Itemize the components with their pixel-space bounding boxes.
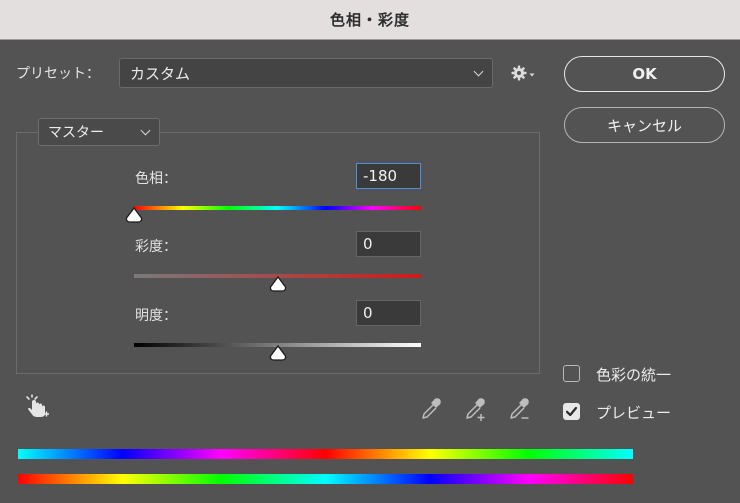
- lightness-label: 明度：: [135, 308, 177, 324]
- chevron-down-icon: [140, 125, 151, 136]
- preset-value: カスタム: [130, 64, 191, 83]
- chevron-down-icon: [473, 66, 484, 77]
- hue-slider-thumb[interactable]: [125, 207, 143, 223]
- hue-slider-track[interactable]: [134, 206, 421, 210]
- saturation-label: 彩度：: [135, 239, 177, 255]
- targeted-adjustment-hand-icon[interactable]: [25, 394, 51, 420]
- preview-label: プレビュー: [596, 404, 672, 422]
- eyedropper-plus-icon[interactable]: [463, 396, 489, 422]
- title-bar: 色相・彩度: [0, 0, 740, 40]
- cancel-button[interactable]: キャンセル: [564, 107, 725, 143]
- gear-icon[interactable]: [510, 63, 536, 83]
- preset-dropdown[interactable]: カスタム: [119, 58, 493, 88]
- preview-checkbox[interactable]: [563, 403, 580, 420]
- window-title: 色相・彩度: [329, 11, 410, 29]
- colorize-label: 色彩の統一: [596, 366, 672, 384]
- adjusted-color-bar: [18, 449, 633, 459]
- hue-input[interactable]: -180: [356, 163, 421, 189]
- lightness-input[interactable]: 0: [356, 300, 421, 326]
- channel-value: マスター: [48, 125, 104, 141]
- adjustment-group: [16, 132, 540, 374]
- colorize-checkbox[interactable]: [563, 365, 580, 382]
- eyedropper-icon[interactable]: [419, 396, 445, 422]
- input-color-bar: [18, 474, 633, 484]
- lightness-slider-thumb[interactable]: [269, 345, 287, 361]
- preset-label: プリセット：: [16, 66, 100, 82]
- channel-dropdown[interactable]: マスター: [38, 118, 160, 146]
- hue-label: 色相：: [135, 171, 177, 187]
- saturation-input[interactable]: 0: [356, 231, 421, 257]
- eyedropper-minus-icon[interactable]: [507, 396, 533, 422]
- saturation-slider-thumb[interactable]: [269, 276, 287, 292]
- ok-button[interactable]: OK: [564, 56, 725, 92]
- checkmark-icon: [565, 406, 577, 416]
